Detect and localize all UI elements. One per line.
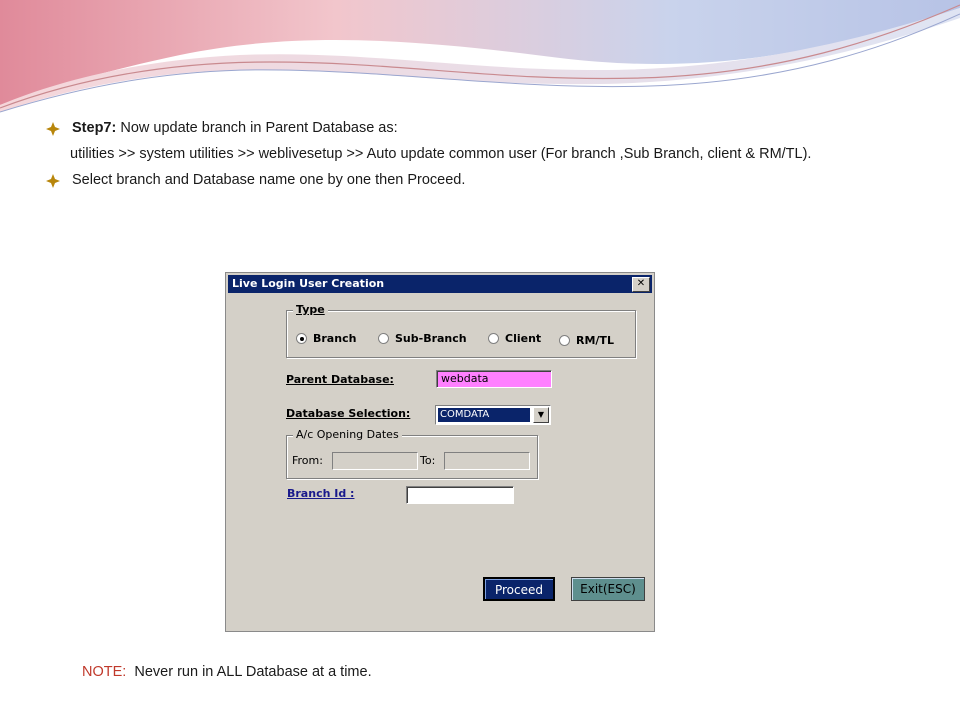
- proceed-label: Proceed: [494, 583, 544, 597]
- to-label: To:: [420, 454, 436, 467]
- type-legend: Type: [293, 303, 328, 316]
- from-date-field[interactable]: [332, 452, 418, 470]
- radio-unselected-icon: [488, 333, 499, 344]
- radio-label: Branch: [313, 332, 357, 345]
- exit-button[interactable]: Exit(ESC): [571, 577, 645, 601]
- diamond-bullet-icon: [46, 174, 60, 188]
- live-login-user-creation-dialog: Live Login User Creation ✕ Type Branch S…: [225, 272, 655, 632]
- dates-legend: A/c Opening Dates: [293, 428, 402, 441]
- dialog-titlebar: Live Login User Creation ✕: [228, 275, 652, 293]
- radio-unselected-icon: [559, 335, 570, 346]
- dialog-title: Live Login User Creation: [232, 277, 385, 290]
- chevron-down-icon[interactable]: ▼: [533, 407, 549, 423]
- database-selection-combo[interactable]: COMDATA ▼: [435, 405, 551, 425]
- parent-database-field[interactable]: webdata: [436, 370, 552, 388]
- note: NOTE: Never run in ALL Database at a tim…: [82, 664, 372, 680]
- radio-label: RM/TL: [576, 334, 614, 347]
- step-text: Now update branch in Parent Database as:: [120, 120, 398, 136]
- radio-label: Sub-Branch: [395, 332, 467, 345]
- parent-database-label: Parent Database:: [286, 373, 394, 386]
- bullet-step7: Step7: Now update branch in Parent Datab…: [44, 118, 876, 139]
- type-group: Type Branch Sub-Branch Client RM/TL: [286, 303, 636, 358]
- radio-label: Client: [505, 332, 542, 345]
- note-text: Never run in ALL Database at a time.: [134, 664, 372, 680]
- ac-opening-dates-group: A/c Opening Dates From: To:: [286, 428, 538, 479]
- diamond-bullet-icon: [46, 122, 60, 136]
- slide-bullets: Step7: Now update branch in Parent Datab…: [44, 118, 876, 191]
- header-wave-decoration: [0, 0, 960, 113]
- database-selection-value: COMDATA: [438, 408, 530, 422]
- note-label: NOTE:: [82, 664, 127, 680]
- to-date-field[interactable]: [444, 452, 530, 470]
- database-selection-label: Database Selection:: [286, 407, 411, 420]
- select-text: Select branch and Database name one by o…: [72, 172, 466, 188]
- close-icon[interactable]: ✕: [632, 277, 650, 292]
- bullet-select: Select branch and Database name one by o…: [44, 170, 876, 191]
- exit-label: Exit(ESC): [580, 582, 636, 596]
- branch-id-field[interactable]: [406, 486, 514, 504]
- from-label: From:: [292, 454, 323, 467]
- step-label: Step7:: [72, 120, 117, 136]
- radio-unselected-icon: [378, 333, 389, 344]
- proceed-button[interactable]: Proceed: [483, 577, 555, 601]
- step-detail: utilities >> system utilities >> weblive…: [70, 146, 812, 162]
- radio-selected-icon: [296, 333, 307, 344]
- branch-id-label: Branch Id :: [287, 487, 355, 500]
